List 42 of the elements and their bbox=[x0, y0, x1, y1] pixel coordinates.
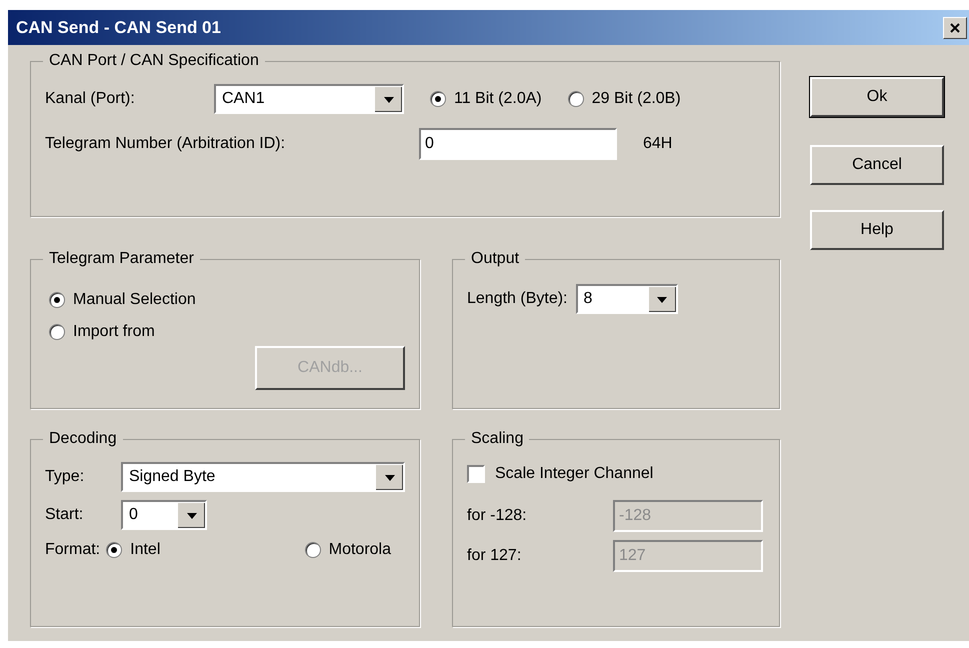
caret-icon bbox=[186, 512, 196, 518]
format-label: Format: bbox=[45, 540, 100, 560]
dropdown-arrow-button[interactable] bbox=[648, 286, 676, 312]
text-field[interactable]: 0 bbox=[419, 128, 617, 160]
checkbox[interactable] bbox=[467, 465, 485, 483]
radio-button[interactable] bbox=[49, 324, 65, 340]
length-label: Length (Byte): bbox=[467, 289, 568, 309]
dropdown-arrow-button[interactable] bbox=[177, 502, 205, 528]
radio-button[interactable] bbox=[106, 542, 122, 558]
dropdown-arrow-button[interactable] bbox=[374, 86, 402, 112]
radio-option[interactable]: Motorola bbox=[304, 538, 391, 562]
checkbox-option[interactable]: Scale Integer Channel bbox=[467, 462, 765, 486]
hex-value: 64H bbox=[643, 134, 672, 154]
dialog-button[interactable]: Ok bbox=[810, 77, 944, 117]
caret-icon bbox=[384, 96, 394, 102]
start-label: Start: bbox=[45, 505, 84, 525]
dropdown[interactable]: 0 bbox=[121, 500, 207, 530]
dropdown[interactable]: 8 bbox=[576, 284, 678, 314]
close-button[interactable] bbox=[943, 16, 967, 38]
radio-option[interactable]: Intel bbox=[106, 538, 160, 562]
port-label: Kanal (Port): bbox=[45, 89, 136, 109]
type-label: Type: bbox=[45, 467, 86, 487]
dropdown-arrow-button[interactable] bbox=[375, 464, 403, 490]
window-title: CAN Send - CAN Send 01 bbox=[16, 16, 221, 39]
dialog-button[interactable]: Cancel bbox=[810, 145, 944, 185]
radio-button[interactable] bbox=[49, 292, 65, 308]
scale-label: for -128: bbox=[467, 506, 528, 526]
dropdown[interactable]: Signed Byte bbox=[121, 462, 405, 492]
radio-option[interactable]: 29 Bit (2.0B) bbox=[568, 87, 681, 111]
scale-label: for 127: bbox=[467, 546, 522, 566]
radio-button[interactable] bbox=[430, 91, 446, 107]
radio-option[interactable]: Import from bbox=[49, 320, 405, 344]
caret-icon bbox=[657, 296, 667, 302]
radio-button[interactable] bbox=[304, 542, 321, 558]
id-label: Telegram Number (Arbitration ID): bbox=[45, 134, 286, 154]
radio-option[interactable]: Manual Selection bbox=[49, 288, 405, 312]
close-icon bbox=[950, 22, 960, 32]
radio-button[interactable] bbox=[568, 91, 584, 107]
dropdown[interactable]: CAN1 bbox=[214, 84, 404, 114]
radio-option[interactable]: 11 Bit (2.0A) bbox=[430, 87, 542, 111]
caret-icon bbox=[384, 474, 394, 480]
dialog-button[interactable]: Help bbox=[810, 210, 944, 250]
